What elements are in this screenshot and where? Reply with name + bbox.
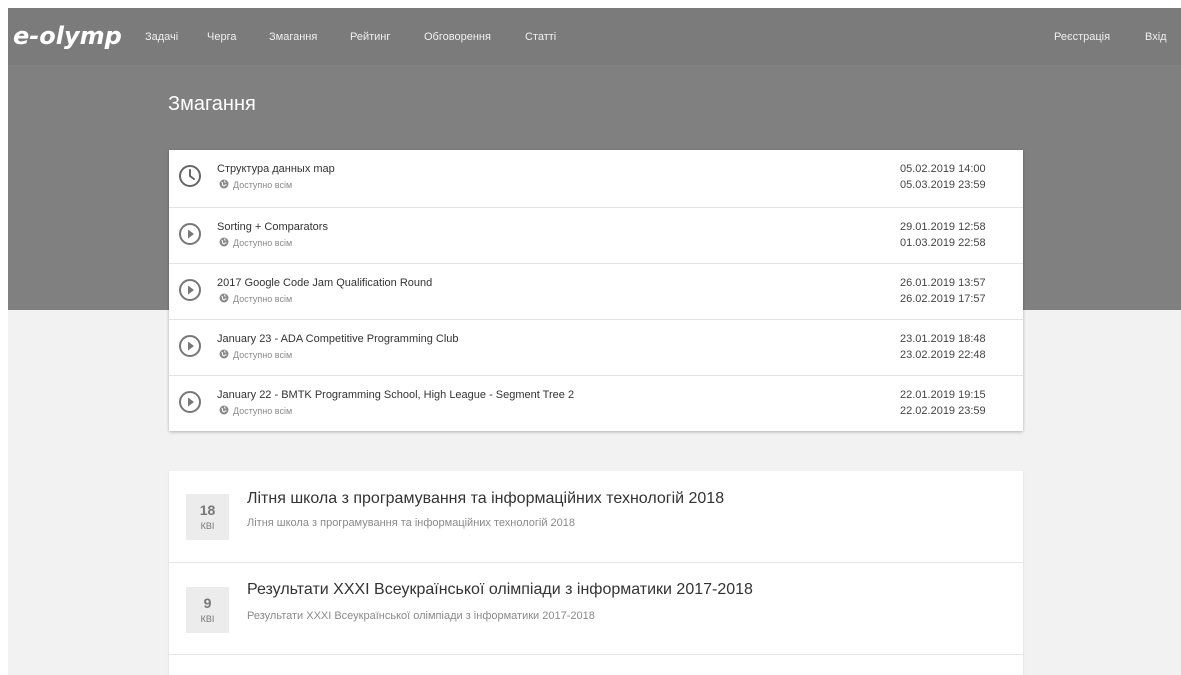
contest-row[interactable]: January 23 - ADA Competitive Programming… <box>169 319 1023 375</box>
globe-icon <box>219 349 229 359</box>
play-circle-icon <box>179 391 201 413</box>
contest-dates: 05.02.2019 14:00 05.03.2019 23:59 <box>900 161 986 193</box>
nav-link-rating[interactable]: Рейтинг <box>350 30 390 44</box>
contest-title[interactable]: 2017 Google Code Jam Qualification Round <box>217 276 432 290</box>
news-month: КВІ <box>200 521 215 531</box>
contest-title[interactable]: January 22 - BMTK Programming School, Hi… <box>217 388 574 402</box>
contest-dates: 22.01.2019 19:15 22.02.2019 23:59 <box>900 387 986 419</box>
nav-link-articles[interactable]: Статті <box>525 30 556 44</box>
page-title: Змагання <box>168 93 256 115</box>
contest-row[interactable]: 2017 Google Code Jam Qualification Round… <box>169 263 1023 319</box>
news-item[interactable]: 9 КВІ Результати XXXI Всеукраїнської олі… <box>169 563 1023 655</box>
contest-dates: 26.01.2019 13:57 26.02.2019 17:57 <box>900 275 986 307</box>
news-month: КВІ <box>200 614 215 624</box>
play-circle-icon <box>179 223 201 245</box>
contest-access: Доступно всім <box>219 293 292 305</box>
site-logo[interactable]: e-olymp <box>13 22 122 50</box>
play-circle-icon <box>179 279 201 301</box>
contest-access-label: Доступно всім <box>233 350 293 360</box>
register-link[interactable]: Реєстрація <box>1054 30 1110 44</box>
browser-viewport: e-olymp Задачі Черга Змагання Рейтинг Об… <box>8 8 1181 675</box>
contest-start: 23.01.2019 18:48 <box>900 333 986 345</box>
contest-dates: 29.01.2019 12:58 01.03.2019 22:58 <box>900 219 986 251</box>
clock-icon <box>179 165 201 187</box>
contest-end: 26.02.2019 17:57 <box>900 293 986 305</box>
contest-access-label: Доступно всім <box>233 238 293 248</box>
news-subtitle: Літня школа з програмування та інформаці… <box>247 517 576 529</box>
news-title[interactable]: Літня школа з програмування та інформаці… <box>247 489 724 509</box>
globe-icon <box>219 179 229 189</box>
contest-access-label: Доступно всім <box>233 180 293 190</box>
news-item[interactable]: 18 КВІ Літня школа з програмування та ін… <box>169 471 1023 563</box>
page: e-olymp Задачі Черга Змагання Рейтинг Об… <box>0 0 1181 675</box>
news-title[interactable]: Результати XXXI Всеукраїнської олімпіади… <box>247 580 753 600</box>
contest-end: 23.02.2019 22:48 <box>900 349 986 361</box>
top-navbar: e-olymp Задачі Черга Змагання Рейтинг Об… <box>8 8 1181 65</box>
contest-title[interactable]: Sorting + Comparators <box>217 220 328 234</box>
contest-row[interactable]: Структура данных map Доступно всім 05.02… <box>169 150 1023 207</box>
contest-access-label: Доступно всім <box>233 406 293 416</box>
contest-access: Доступно всім <box>219 237 292 249</box>
globe-icon <box>219 405 229 415</box>
contest-row[interactable]: January 22 - BMTK Programming School, Hi… <box>169 375 1023 431</box>
globe-icon <box>219 237 229 247</box>
nav-link-tasks[interactable]: Задачі <box>145 30 178 44</box>
contest-start: 26.01.2019 13:57 <box>900 277 986 289</box>
contest-start: 22.01.2019 19:15 <box>900 389 986 401</box>
news-day: 9 <box>203 595 212 611</box>
contest-end: 01.03.2019 22:58 <box>900 237 986 249</box>
contest-dates: 23.01.2019 18:48 23.02.2019 22:48 <box>900 331 986 363</box>
news-date-badge: 9 КВІ <box>186 587 229 633</box>
play-circle-icon <box>179 335 201 357</box>
contest-title[interactable]: January 23 - ADA Competitive Programming… <box>217 332 459 346</box>
nav-link-queue[interactable]: Черга <box>207 30 236 44</box>
nav-link-contests[interactable]: Змагання <box>269 30 317 44</box>
contest-end: 22.02.2019 23:59 <box>900 405 986 417</box>
contest-start: 05.02.2019 14:00 <box>900 163 986 175</box>
contest-row[interactable]: Sorting + Comparators Доступно всім 29.0… <box>169 207 1023 263</box>
nav-link-discussions[interactable]: Обговорення <box>424 30 491 44</box>
contest-start: 29.01.2019 12:58 <box>900 221 986 233</box>
contest-list: Структура данных map Доступно всім 05.02… <box>169 150 1023 431</box>
globe-icon <box>219 293 229 303</box>
news-subtitle: Результати XXXI Всеукраїнської олімпіади… <box>247 610 595 622</box>
contest-access: Доступно всім <box>219 349 292 361</box>
contest-title[interactable]: Структура данных map <box>217 162 335 176</box>
news-date-badge: 18 КВІ <box>186 494 229 540</box>
news-day: 18 <box>199 502 216 518</box>
contest-access: Доступно всім <box>219 179 292 191</box>
login-link[interactable]: Вхід <box>1145 30 1167 44</box>
news-list: 18 КВІ Літня школа з програмування та ін… <box>169 471 1023 675</box>
contest-end: 05.03.2019 23:59 <box>900 179 986 191</box>
contest-access: Доступно всім <box>219 405 292 417</box>
contest-access-label: Доступно всім <box>233 294 293 304</box>
